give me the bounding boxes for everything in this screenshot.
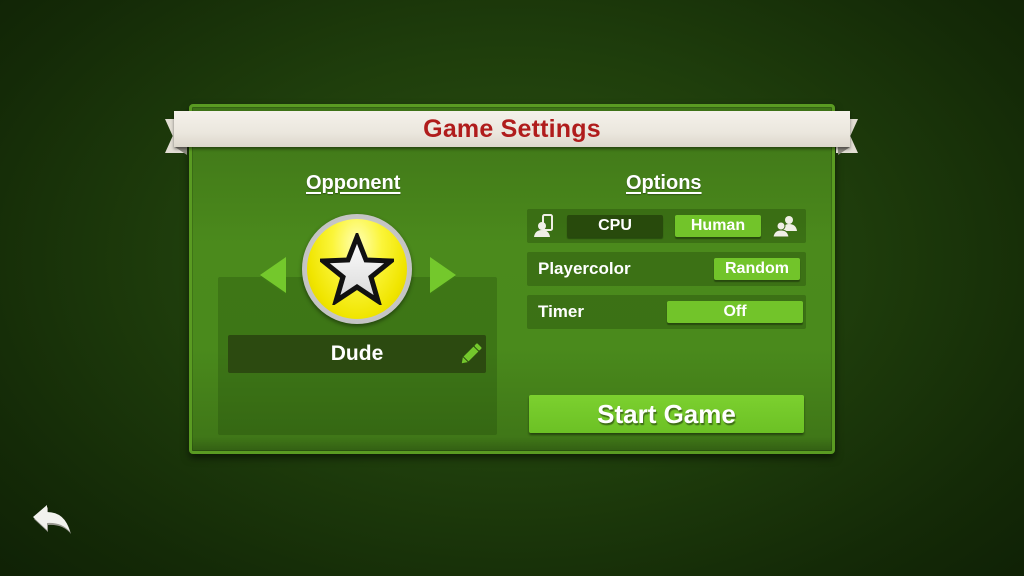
opponent-heading: Opponent [306, 172, 401, 194]
arrow-left-icon[interactable] [258, 255, 288, 295]
mode-human-button[interactable]: Human [675, 215, 761, 237]
two-players-icon [772, 216, 797, 238]
title-banner: Game Settings [174, 111, 850, 147]
mode-row: CPU Human [527, 209, 806, 243]
timer-label: Timer [538, 302, 584, 321]
opponent-name: Dude [330, 342, 384, 365]
options-heading: Options [626, 172, 702, 194]
pencil-icon[interactable] [458, 341, 484, 367]
timer-select[interactable]: Off [667, 301, 803, 323]
arrow-right-icon[interactable] [428, 255, 458, 295]
mode-cpu-button[interactable]: CPU [567, 215, 663, 237]
playercolor-row: Playercolor Random [527, 252, 806, 286]
playercolor-label: Playercolor [538, 259, 631, 278]
opponent-name-field[interactable]: Dude [228, 335, 486, 373]
back-arrow-icon[interactable] [30, 502, 72, 536]
dialog-title: Game Settings [423, 114, 601, 143]
timer-row: Timer Off [527, 295, 806, 329]
start-game-button[interactable]: Start Game [529, 395, 804, 433]
panel-shade [192, 437, 832, 451]
star-icon [320, 233, 394, 305]
playercolor-select[interactable]: Random [714, 258, 800, 280]
player-vs-device-icon [534, 214, 553, 237]
opponent-avatar[interactable] [302, 214, 412, 324]
